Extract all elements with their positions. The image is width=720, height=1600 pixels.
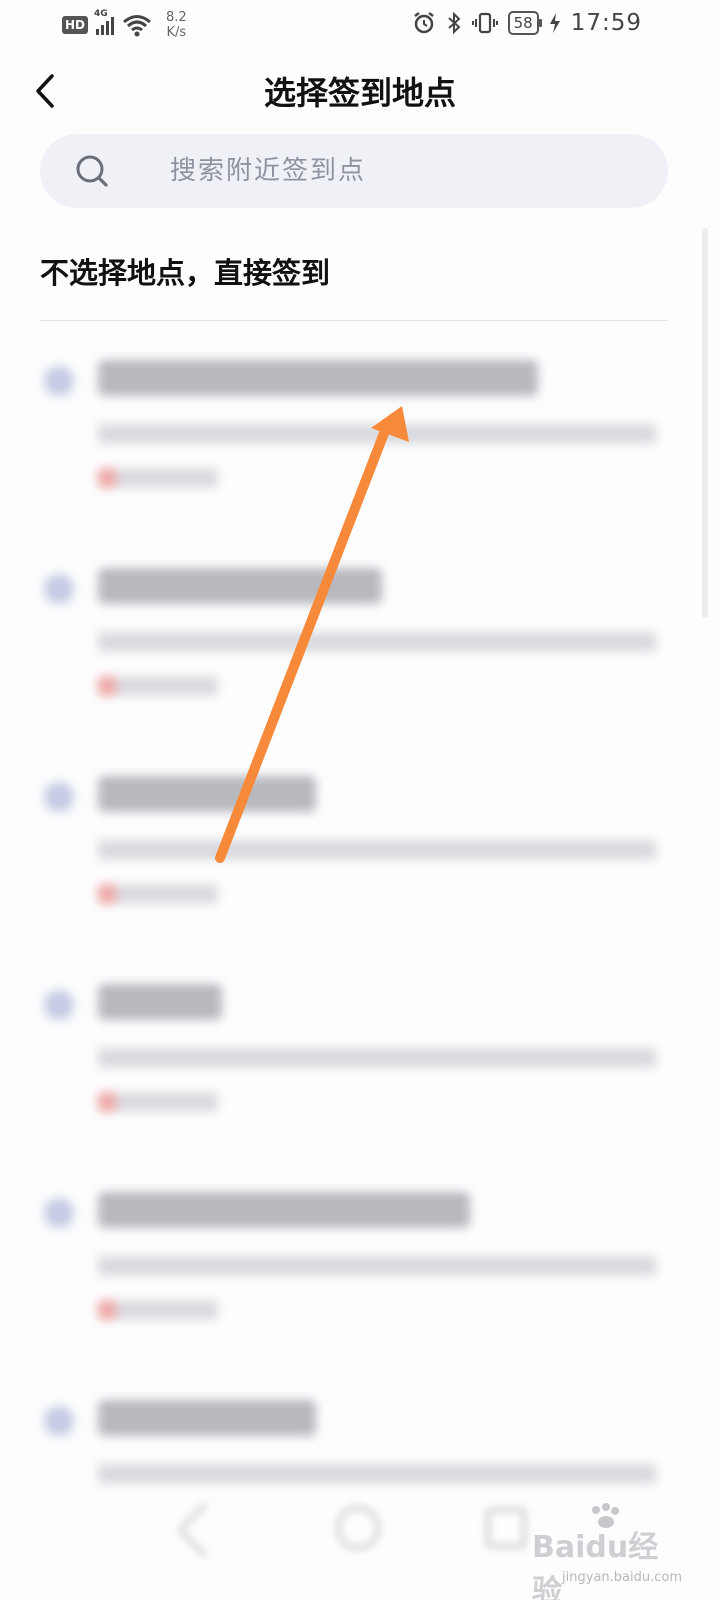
status-left: HD 4G 8.2 K/s <box>62 9 187 40</box>
location-distance-blurred <box>98 884 218 904</box>
vibrate-icon <box>471 12 498 34</box>
location-distance-blurred <box>98 468 218 488</box>
location-distance-blurred <box>98 1092 218 1112</box>
location-list <box>0 340 720 1588</box>
location-name-blurred <box>98 984 222 1020</box>
search-bar[interactable] <box>40 134 670 208</box>
location-pin-icon <box>44 1198 74 1228</box>
status-right: 58 17:59 <box>412 10 642 36</box>
hd-badge: HD <box>62 16 89 34</box>
search-input[interactable] <box>130 134 670 208</box>
speed-value: 8.2 <box>166 10 187 25</box>
location-pin-icon <box>44 782 74 812</box>
list-item[interactable] <box>0 756 720 964</box>
location-name-blurred <box>98 568 382 604</box>
location-address-blurred <box>98 632 656 652</box>
nav-back-icon[interactable] <box>176 1501 234 1559</box>
list-item[interactable] <box>0 548 720 756</box>
watermark-domain: jingyan.baidu.com <box>562 1570 682 1585</box>
list-item[interactable] <box>0 964 720 1172</box>
location-address-blurred <box>98 1464 656 1484</box>
nav-recents-icon[interactable] <box>486 1508 526 1548</box>
battery-indicator: 58 <box>507 11 542 35</box>
search-icon <box>76 155 108 187</box>
screen: HD 4G 8.2 K/s 58 17:59 选择签到地点 搜索附近签到点 不选… <box>0 0 720 1600</box>
location-name-blurred <box>98 1192 470 1228</box>
clock: 17:59 <box>570 10 642 36</box>
location-pin-icon <box>44 1406 74 1436</box>
location-address-blurred <box>98 1256 656 1276</box>
alarm-icon <box>413 12 434 34</box>
location-name-blurred <box>98 1400 316 1436</box>
list-item[interactable] <box>0 1172 720 1380</box>
network-speed: 8.2 K/s <box>166 10 187 40</box>
charging-icon <box>549 13 560 33</box>
location-name-blurred <box>98 360 538 396</box>
divider <box>40 320 668 321</box>
status-bar: HD 4G 8.2 K/s 58 17:59 <box>0 0 720 48</box>
location-distance-blurred <box>98 676 218 696</box>
no-location-sign-in-option[interactable]: 不选择地点，直接签到 <box>40 250 330 292</box>
speed-unit: K/s <box>166 25 187 40</box>
location-pin-icon <box>44 990 74 1020</box>
location-address-blurred <box>98 840 656 860</box>
location-pin-icon <box>44 574 74 604</box>
bluetooth-icon <box>447 11 461 35</box>
page-title: 选择签到地点 <box>263 74 456 112</box>
location-distance-blurred <box>98 1300 218 1320</box>
wifi-icon <box>123 15 151 37</box>
location-pin-icon <box>44 366 74 396</box>
location-name-blurred <box>98 776 316 812</box>
network-type: 4G <box>94 9 108 19</box>
location-address-blurred <box>98 424 656 444</box>
list-item[interactable] <box>0 340 720 548</box>
cellular-signal-icon: 4G <box>94 9 115 35</box>
baidu-watermark: Baidu经验 jingyan.baidu.com <box>532 1503 682 1600</box>
location-address-blurred <box>98 1048 656 1068</box>
nav-home-icon[interactable] <box>336 1506 380 1550</box>
watermark-brand: Baidu经验 <box>532 1530 659 1600</box>
